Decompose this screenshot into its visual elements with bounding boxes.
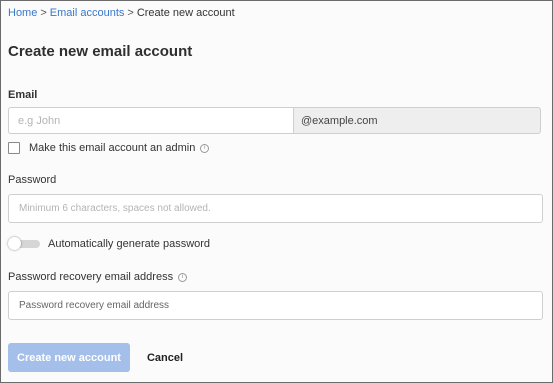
email-username-input[interactable] (8, 107, 293, 134)
toggle-knob (8, 237, 21, 250)
breadcrumb-home-link[interactable]: Home (8, 7, 37, 19)
recovery-label: Password recovery email address (8, 271, 174, 283)
info-icon[interactable]: i (178, 272, 188, 282)
cancel-button[interactable]: Cancel (142, 343, 188, 372)
info-icon[interactable]: i (200, 143, 210, 153)
recovery-email-input[interactable] (8, 291, 543, 320)
breadcrumb-separator: > (40, 7, 47, 19)
password-label: Password (8, 174, 57, 186)
auto-generate-label: Automatically generate password (48, 237, 211, 250)
breadcrumb-email-accounts-link[interactable]: Email accounts (50, 7, 125, 19)
email-field-group: @example.com (8, 107, 541, 134)
admin-checkbox[interactable] (8, 142, 20, 154)
auto-generate-toggle[interactable] (8, 237, 41, 250)
page-title: Create new email account (8, 43, 193, 60)
recovery-label-row: Password recovery email address i (8, 271, 188, 283)
breadcrumb-current: Create new account (136, 7, 235, 19)
email-domain-addon: @example.com (293, 107, 541, 134)
auto-generate-row: Automatically generate password (8, 237, 210, 250)
breadcrumb: Home > Email accounts > Create new account (8, 7, 235, 19)
create-email-account-form: Home > Email accounts > Create new account C… (0, 0, 553, 383)
admin-checkbox-row: Make this email account an admin i (8, 142, 210, 154)
email-label: Email (8, 89, 38, 101)
admin-checkbox-label: Make this email account an admin (29, 142, 196, 154)
create-account-button[interactable]: Create new account (8, 343, 130, 372)
password-input[interactable] (8, 194, 543, 223)
breadcrumb-separator: > (127, 7, 134, 19)
